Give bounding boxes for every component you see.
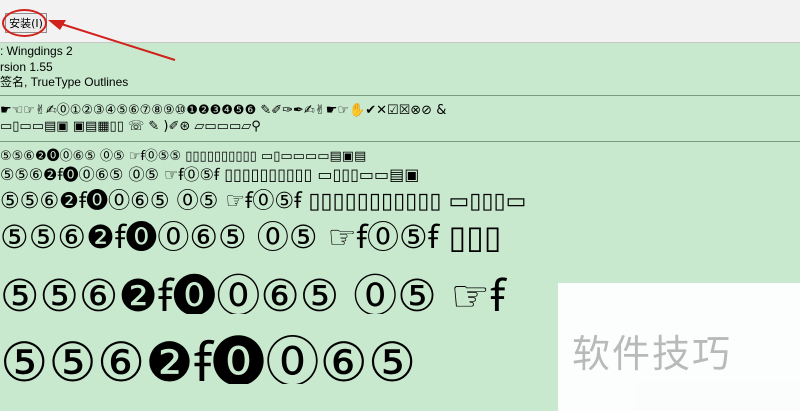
sample-row-6: ⑤⑤⑥❷ꞙ⓿⓪⑥⑤ ⓪⑤ ☞ꞙ⓪⑤ꞙ ▯▯▯ <box>0 218 502 252</box>
font-info: : Wingdings 2 rsion 1.55 签名, TrueType Ou… <box>0 44 128 91</box>
watermark: 软件技巧 <box>558 283 800 411</box>
sample-row-1: ☛☜☞✌✍⓪①②③④⑤⑥⑦⑧⑨⑩❶❷❸❹❺❻ ✎✐✑✒✍✌☛☞✋✔✕☑☒⊗⊘ & <box>0 103 447 117</box>
divider <box>0 141 800 142</box>
sample-row-5: ⑤⑤⑥❷ꞙ⓿⓪⑥⑤ ⓪⑤ ☞ꞙ⓪⑤ꞙ ▯▯▯▯▯▯▯▯▯▯▯ ▭▯▯▯▭ <box>0 189 527 211</box>
font-name-line: : Wingdings 2 <box>0 44 73 58</box>
font-type-line: 签名, TrueType Outlines <box>0 75 129 89</box>
divider <box>0 95 800 96</box>
sample-row-4: ⑤⑤⑥❷ꞙ⓿⓪⑥⑤ ⓪⑤ ☞ꞙ⓪⑤ꞙ ▯▯▯▯▯▯▯▯▯▯ ▭▯▯▯▭▭▤▣ <box>0 165 420 183</box>
sample-row-2: ▭▯▭▭▤▣ ▣▤▦▯▯ ☏ ✎ )✐⊛ ▱▭▭▭▱⚲ <box>0 119 261 134</box>
font-version-line: rsion 1.55 <box>0 59 53 74</box>
watermark-text: 软件技巧 <box>572 332 733 376</box>
